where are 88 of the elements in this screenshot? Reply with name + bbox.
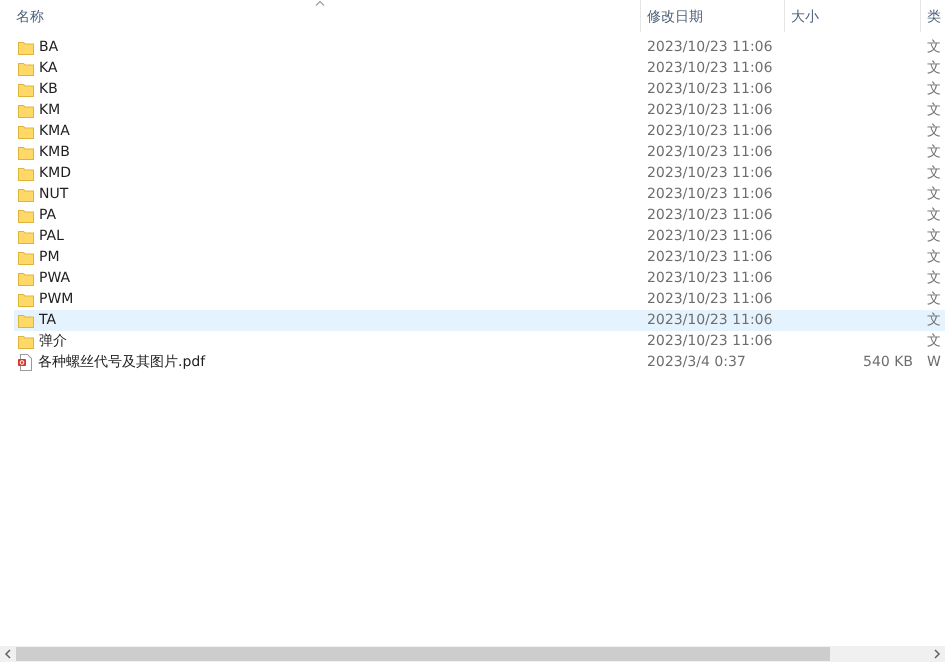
- file-name: KA: [39, 59, 58, 78]
- folder-icon: [18, 292, 34, 306]
- file-row[interactable]: BA 2023/10/23 11:06 文: [14, 37, 945, 58]
- file-row[interactable]: KB 2023/10/23 11:06 文: [14, 79, 945, 100]
- folder-icon: [18, 146, 34, 160]
- file-row[interactable]: PWM 2023/10/23 11:06 文: [14, 289, 945, 310]
- modified-date: 2023/10/23 11:06: [647, 60, 772, 76]
- file-row[interactable]: PA 2023/10/23 11:06 文: [14, 205, 945, 226]
- sort-up-icon: [316, 1, 324, 6]
- file-row[interactable]: PAL 2023/10/23 11:06 文: [14, 226, 945, 247]
- file-type: 文: [927, 102, 941, 118]
- modified-date: 2023/3/4 0:37: [647, 354, 746, 370]
- file-row[interactable]: KMA 2023/10/23 11:06 文: [14, 121, 945, 142]
- file-type: 文: [927, 333, 941, 349]
- file-row[interactable]: KM 2023/10/23 11:06 文: [14, 100, 945, 121]
- modified-date: 2023/10/23 11:06: [647, 186, 772, 202]
- folder-icon: [18, 166, 34, 180]
- file-name: KM: [39, 101, 60, 120]
- file-name: BA: [39, 38, 58, 57]
- file-name: PA: [39, 206, 56, 225]
- file-type: W: [927, 354, 941, 370]
- file-name: PM: [39, 248, 60, 267]
- file-type: 文: [927, 270, 941, 286]
- folder-icon: [18, 188, 34, 202]
- file-row[interactable]: TA 2023/10/23 11:06 文: [14, 310, 945, 331]
- folder-icon: [18, 124, 34, 138]
- folder-icon: [18, 40, 34, 54]
- modified-date: 2023/10/23 11:06: [647, 123, 772, 139]
- file-name: PWA: [39, 269, 70, 288]
- file-type: 文: [927, 81, 941, 97]
- file-name: NUT: [39, 185, 68, 204]
- file-name: 各种螺丝代号及其图片.pdf: [38, 353, 206, 372]
- file-type: 文: [927, 123, 941, 139]
- file-type: 文: [927, 165, 941, 181]
- folder-icon: [18, 250, 34, 264]
- file-name: KMA: [39, 122, 70, 141]
- file-type: 文: [927, 228, 941, 244]
- file-row[interactable]: KMB 2023/10/23 11:06 文: [14, 142, 945, 163]
- file-row[interactable]: PWA 2023/10/23 11:06 文: [14, 268, 945, 289]
- column-header[interactable]: 修改日期: [640, 0, 784, 32]
- file-name: KMD: [39, 164, 72, 183]
- file-size: 540 KB: [863, 353, 913, 372]
- modified-date: 2023/10/23 11:06: [647, 291, 772, 307]
- file-name: KMB: [39, 143, 70, 162]
- modified-date: 2023/10/23 11:06: [647, 270, 772, 286]
- file-name: KB: [39, 80, 58, 99]
- column-header[interactable]: 名称: [0, 0, 640, 32]
- file-name: 弹介: [39, 332, 67, 351]
- folder-icon: [18, 82, 34, 96]
- pdf-file-icon: [18, 354, 33, 371]
- file-type: 文: [927, 312, 941, 328]
- modified-date: 2023/10/23 11:06: [647, 228, 772, 244]
- file-name: PWM: [39, 290, 74, 309]
- folder-icon: [18, 230, 34, 244]
- modified-date: 2023/10/23 11:06: [647, 144, 772, 160]
- file-name: TA: [39, 311, 56, 330]
- modified-date: 2023/10/23 11:06: [647, 165, 772, 181]
- file-row[interactable]: KMD 2023/10/23 11:06 文: [14, 163, 945, 184]
- file-row[interactable]: 各种螺丝代号及其图片.pdf 2023/3/4 0:37 540 KB W: [14, 352, 945, 373]
- horizontal-scrollbar[interactable]: [0, 646, 945, 662]
- file-type: 文: [927, 60, 941, 76]
- folder-icon: [18, 62, 34, 76]
- scroll-thumb[interactable]: [16, 647, 830, 661]
- file-type: 文: [927, 186, 941, 202]
- file-type: 文: [927, 39, 941, 55]
- folder-icon: [18, 104, 34, 118]
- file-row[interactable]: KA 2023/10/23 11:06 文: [14, 58, 945, 79]
- modified-date: 2023/10/23 11:06: [647, 249, 772, 265]
- file-row[interactable]: 弹介 2023/10/23 11:06 文: [14, 331, 945, 352]
- file-type: 文: [927, 291, 941, 307]
- file-row[interactable]: NUT 2023/10/23 11:06 文: [14, 184, 945, 205]
- folder-icon: [18, 208, 34, 222]
- modified-date: 2023/10/23 11:06: [647, 207, 772, 223]
- folder-icon: [18, 334, 34, 348]
- folder-icon: [18, 272, 34, 286]
- file-name: PAL: [39, 227, 64, 246]
- modified-date: 2023/10/23 11:06: [647, 333, 772, 349]
- modified-date: 2023/10/23 11:06: [647, 39, 772, 55]
- column-header[interactable]: 大小: [784, 0, 920, 32]
- file-type: 文: [927, 249, 941, 265]
- modified-date: 2023/10/23 11:06: [647, 312, 772, 328]
- modified-date: 2023/10/23 11:06: [647, 81, 772, 97]
- file-type: 文: [927, 144, 941, 160]
- file-row[interactable]: PM 2023/10/23 11:06 文: [14, 247, 945, 268]
- folder-icon: [18, 314, 34, 328]
- file-type: 文: [927, 207, 941, 223]
- modified-date: 2023/10/23 11:06: [647, 102, 772, 118]
- column-header[interactable]: 类: [920, 0, 945, 32]
